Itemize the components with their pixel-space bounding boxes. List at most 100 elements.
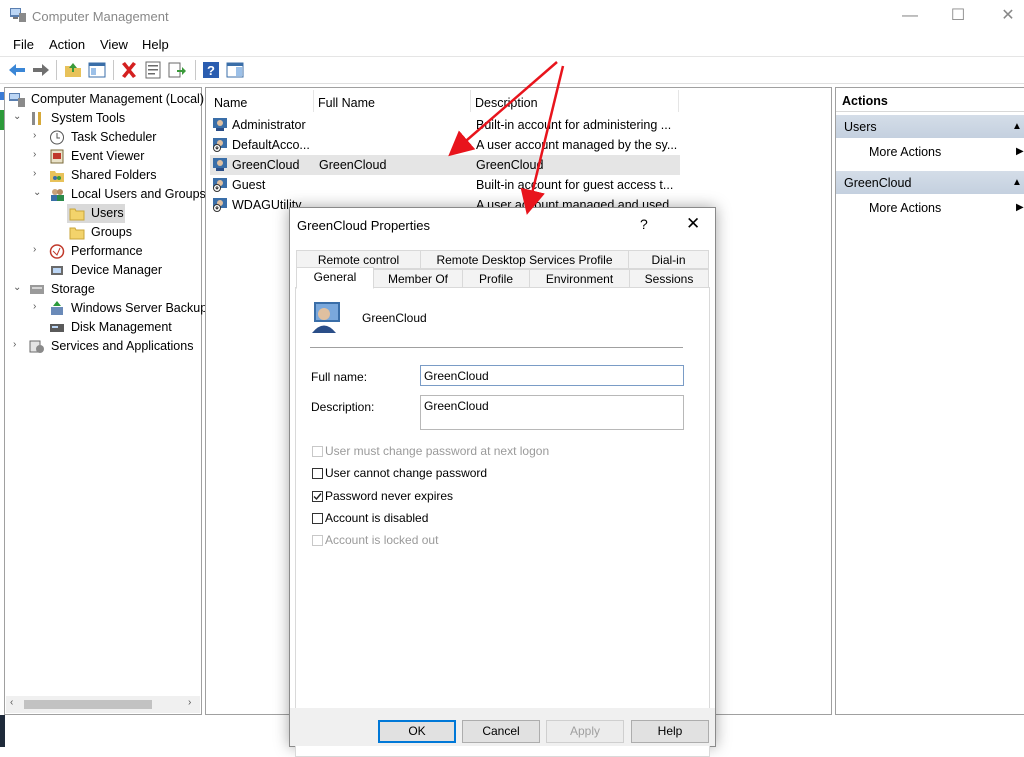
horizontal-scrollbar[interactable]: ‹ › [6,696,200,713]
minimize-button[interactable]: — [887,0,933,32]
dialog-help-button[interactable]: ? [640,216,648,232]
action-group-greencloud[interactable]: GreenCloud ▲ [836,171,1024,194]
action-group-users[interactable]: Users ▲ [836,115,1024,138]
full-name-label: Full name: [311,370,368,384]
tree-item-disk-management[interactable]: Disk Management [7,318,201,337]
checkbox-must-change-password[interactable] [312,446,323,457]
table-row[interactable]: Guest Built-in account for guest access … [210,175,680,195]
tools-icon [32,112,41,125]
tree-item-local-users-and-groups[interactable]: ⌄ Local Users and Groups [7,185,206,204]
tree-label: Device Manager [71,263,163,277]
toolbar: ? [0,56,1024,84]
tree-label: Local Users and Groups [71,187,206,201]
action-more-actions[interactable]: More Actions [869,145,941,159]
chevron-right-icon[interactable]: › [33,130,43,141]
action-more-actions[interactable]: More Actions [869,201,941,215]
close-button[interactable]: ✕ [985,0,1024,32]
help-button[interactable]: Help [631,720,709,743]
checkbox-label: User cannot change password [325,466,488,480]
back-icon[interactable] [7,60,27,80]
chevron-right-icon[interactable]: › [33,244,43,255]
chevron-down-icon[interactable]: ⌄ [33,187,43,198]
description-field[interactable]: GreenCloud [420,395,684,430]
maximize-button[interactable]: ☐ [935,0,981,32]
user-disabled-icon [213,178,227,192]
apply-button[interactable]: Apply [546,720,624,743]
chevron-right-icon[interactable]: › [33,301,43,312]
checkbox-label: Account is disabled [325,511,429,525]
checkbox-label: Password never expires [325,489,454,503]
menu-action[interactable]: Action [49,37,85,52]
collapse-up-icon[interactable]: ▲ [1012,121,1022,132]
export-list-icon[interactable] [167,60,187,80]
table-row[interactable]: DefaultAcco... A user account managed by… [210,135,680,155]
window-title: Computer Management [32,9,169,24]
forward-icon[interactable] [31,60,51,80]
up-folder-icon[interactable] [63,60,83,80]
dialog-close-button[interactable]: ✕ [686,214,700,234]
clock-icon [50,130,64,145]
chevron-down-icon[interactable]: ⌄ [13,111,23,122]
cell-name: Guest [232,178,266,192]
tab-environment[interactable]: Environment [529,269,630,288]
ok-button[interactable]: OK [378,720,456,743]
tree-item-event-viewer[interactable]: › Event Viewer [7,147,201,166]
menu-help[interactable]: Help [142,37,169,52]
cell-description: Built-in account for administering ... [476,118,672,132]
tree-label: Services and Applications [51,339,194,353]
full-name-field[interactable]: GreenCloud [420,365,684,386]
tab-member-of[interactable]: Member Of [373,269,463,288]
scrollbar-thumb[interactable] [24,700,152,709]
tree-item-groups[interactable]: Groups [7,223,201,242]
chevron-right-icon[interactable]: › [33,168,43,179]
title-bar: Computer Management — ☐ ✕ [0,0,1024,34]
checkbox-label: Account is locked out [325,533,439,547]
show-action-pane-icon[interactable] [225,60,245,80]
menu-file[interactable]: File [13,37,34,52]
tree-item-task-scheduler[interactable]: › Task Scheduler [7,128,201,147]
tree-item-system-tools[interactable]: ⌄ System Tools [7,109,201,128]
tab-profile[interactable]: Profile [462,269,530,288]
tree-item-storage[interactable]: ⌄ Storage [7,280,201,299]
delete-icon[interactable] [119,60,139,80]
tab-general[interactable]: General [296,267,374,289]
menu-view[interactable]: View [100,37,128,52]
properties-dialog: GreenCloud Properties ? ✕ Remote control… [289,207,716,757]
cell-description: Built-in account for guest access t... [476,178,674,192]
tab-sessions[interactable]: Sessions [629,269,709,288]
properties-icon[interactable] [143,60,163,80]
cell-name: GreenCloud [232,158,300,172]
checkbox-account-disabled[interactable] [312,513,323,524]
cell-full-name: GreenCloud [319,158,387,172]
column-header-full-name[interactable]: Full Name [318,96,375,110]
collapse-up-icon[interactable]: ▲ [1012,177,1022,188]
tree-item-windows-server-backup[interactable]: › Windows Server Backup [7,299,207,318]
column-header-description[interactable]: Description [475,96,538,110]
tree-item-shared-folders[interactable]: › Shared Folders [7,166,201,185]
chevron-right-icon[interactable]: › [33,149,43,160]
show-hide-tree-icon[interactable] [87,60,107,80]
tree-item-device-manager[interactable]: Device Manager [7,261,201,280]
cancel-button[interactable]: Cancel [462,720,540,743]
help-icon[interactable]: ? [201,60,221,80]
checkbox-password-never-expires[interactable] [312,491,323,502]
table-row-selected[interactable]: GreenCloud GreenCloud GreenCloud [210,155,680,175]
tab-remote-desktop-profile[interactable]: Remote Desktop Services Profile [420,250,629,269]
column-header-name[interactable]: Name [214,96,247,110]
scroll-left-icon[interactable]: ‹ [10,697,13,708]
tree-item-performance[interactable]: › Performance [7,242,201,261]
scroll-right-icon[interactable]: › [188,697,191,708]
tab-dial-in[interactable]: Dial-in [628,250,709,269]
tree-item-computer-management[interactable]: Computer Management (Local) [7,90,204,109]
checkbox-cannot-change-password[interactable] [312,468,323,479]
table-row[interactable]: Administrator Built-in account for admin… [210,115,680,135]
user-icon [213,118,227,131]
checkbox-account-locked-out[interactable] [312,535,323,546]
tree-item-services-and-applications[interactable]: › Services and Applications [7,337,201,356]
cell-name: DefaultAcco... [232,138,310,152]
tree-item-users[interactable]: Users [7,204,201,223]
chevron-right-icon[interactable]: › [13,339,23,350]
chevron-down-icon[interactable]: ⌄ [13,282,23,293]
user-avatar-icon [312,302,340,333]
users-group-icon [51,189,64,201]
